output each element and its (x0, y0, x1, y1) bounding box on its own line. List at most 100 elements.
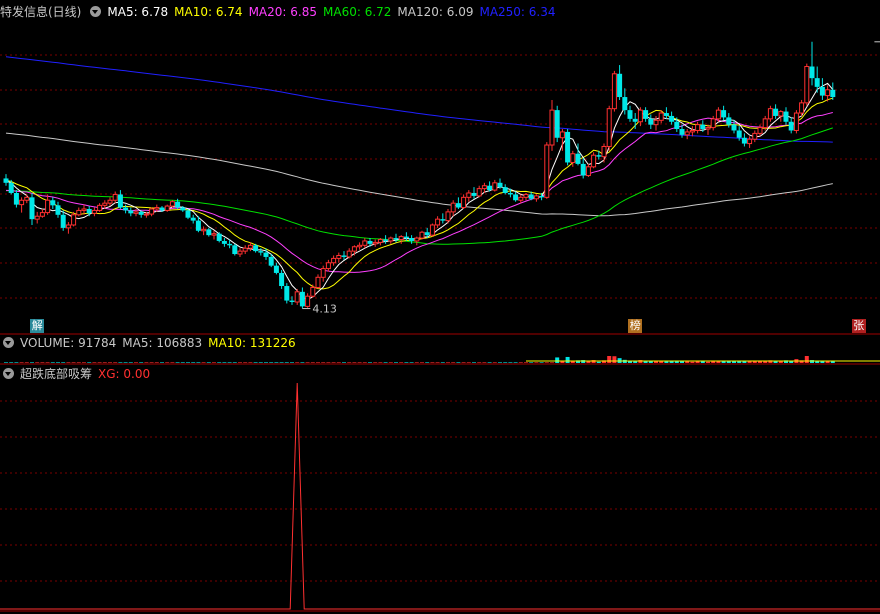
candle-body-up (149, 208, 155, 215)
candle-body-down (627, 110, 633, 119)
candle-body-up (211, 233, 217, 236)
volume-bar (149, 362, 154, 363)
candle-body-up (351, 246, 357, 252)
volume-bar (76, 362, 81, 363)
candle-body-up (201, 228, 207, 232)
ma-legend-item: MA120: 6.09 (397, 5, 474, 19)
candle-body-up (637, 109, 643, 123)
candle-body-down (195, 220, 201, 231)
volume-bar (368, 362, 372, 363)
candle-body-down (232, 245, 238, 255)
dropdown-icon[interactable] (90, 6, 102, 17)
candle-body-down (669, 115, 675, 122)
xg-value: XG: 0.00 (98, 367, 151, 381)
volume-bar (565, 356, 570, 363)
candle-body-down (409, 238, 415, 241)
volume-bar (451, 362, 456, 363)
volume-bar (503, 362, 508, 363)
stock-title: 特发信息(日线) (0, 5, 82, 19)
kline-chart: 4.137.8 (0, 41, 880, 612)
candle-body-down (502, 187, 508, 193)
candle-body-up (247, 244, 253, 249)
volume-bar (394, 362, 398, 363)
candle-body-up (476, 188, 482, 197)
candle-body-up (767, 108, 773, 120)
candle-body-up (325, 262, 331, 270)
candle-body-up (377, 239, 383, 243)
candle-body-up (169, 201, 175, 207)
volume-bar (305, 362, 310, 363)
ma-legend-item: MA60: 6.72 (323, 5, 392, 19)
dropdown-icon[interactable] (3, 337, 14, 348)
volume-bar (804, 356, 809, 363)
volume-bar (50, 362, 55, 363)
candle-body-down (424, 232, 430, 236)
dropdown-icon[interactable] (3, 368, 14, 379)
candle-body-up (747, 138, 753, 145)
candle-body-down (221, 240, 227, 244)
candle-body-down (216, 233, 222, 241)
volume-bar (206, 362, 211, 363)
volume-bar (180, 362, 185, 363)
candle-body-up (445, 211, 451, 222)
price-annotation: 4.13 (312, 303, 337, 316)
volume-bar (539, 362, 544, 363)
candle-body-down (185, 210, 191, 218)
candle-body-up (591, 154, 597, 168)
volume-value: VOLUME: 91784 (20, 336, 117, 350)
candle-body-up (757, 127, 763, 134)
candle-body-down (788, 121, 794, 131)
ma120-line (5, 132, 833, 217)
event-badge[interactable]: 张 (851, 319, 866, 333)
candle-body-down (554, 110, 560, 138)
volume-bar (66, 362, 71, 363)
volume-bar (160, 362, 164, 363)
indicator-header: 超跌底部吸筹 XG: 0.00 (0, 366, 156, 382)
candle-body-down (783, 111, 789, 122)
volume-bar (342, 362, 346, 363)
volume-bar (295, 362, 300, 363)
candle-body-down (663, 113, 669, 116)
candle-body-down (617, 73, 623, 98)
volume-bar (466, 362, 471, 363)
candle-body-up (97, 204, 103, 211)
volume-bar (196, 362, 201, 363)
volume-bar (373, 362, 378, 363)
volume-bar (227, 362, 232, 363)
volume-bar (747, 361, 752, 363)
candle-body-up (611, 73, 617, 110)
candle-body-down (180, 207, 186, 211)
volume-bar (664, 361, 669, 363)
volume-bar (56, 362, 60, 363)
candle-body-down (622, 97, 628, 111)
candle-body-up (523, 193, 529, 198)
candle-body-up (19, 199, 25, 206)
candle-body-up (585, 166, 591, 177)
candle-body-up (102, 202, 108, 206)
volume-bar (378, 362, 383, 363)
candle-body-up (388, 237, 394, 242)
candle-body-down (128, 210, 134, 214)
candle-body-up (71, 214, 77, 226)
volume-header: VOLUME: 91784 MA5: 106883 MA10: 131226 (0, 335, 302, 351)
volume-bar (139, 362, 144, 363)
volume-bar (316, 362, 320, 363)
event-badge[interactable]: 榜 (628, 319, 643, 333)
candle-body-up (331, 257, 337, 264)
indicator-name: 超跌底部吸筹 (20, 367, 93, 381)
volume-bar (92, 362, 97, 363)
volume-bar (128, 362, 133, 363)
volume-bar (201, 362, 206, 363)
volume-bar (19, 362, 24, 363)
candle-body-up (762, 118, 768, 129)
candle-body-up (357, 244, 363, 248)
candle-body-up (606, 108, 612, 147)
candle-body-down (55, 205, 61, 215)
candle-body-down (123, 207, 129, 211)
volume-bar (264, 362, 268, 363)
candlesticks (3, 41, 836, 309)
volume-bar (331, 362, 336, 363)
volume-bar (175, 362, 180, 363)
event-badge[interactable]: 解 (30, 319, 45, 333)
candle-body-up (752, 132, 758, 140)
